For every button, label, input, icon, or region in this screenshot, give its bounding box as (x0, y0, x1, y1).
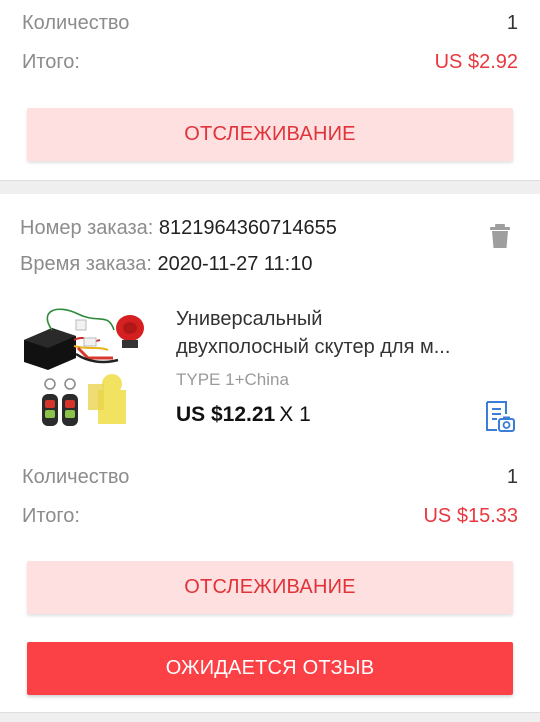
quantity-label: Количество (22, 466, 130, 488)
total-value: US $15.33 (423, 505, 518, 527)
product-price-amount: US $12.21 (176, 403, 276, 426)
total-label: Итого: (22, 51, 80, 73)
total-row: Итого: US $15.33 (22, 503, 518, 529)
review-button[interactable]: ОЖИДАЕТСЯ ОТЗЫВ (27, 642, 513, 695)
prev-total-row: Итого: US $2.92 (22, 49, 518, 75)
order-time-value: 2020-11-27 11:10 (157, 253, 313, 275)
quantity-row: Количество 1 (22, 464, 518, 490)
order-time-label: Время заказа: (20, 253, 152, 275)
product-title-line1: Универсальный (176, 308, 323, 330)
receipt-photo-icon[interactable] (484, 400, 516, 434)
quantity-value: 1 (506, 466, 518, 488)
product-quantity-multiplier: X 1 (279, 403, 311, 426)
product-price: US $12.21 X 1 (176, 403, 311, 427)
order-divider-bottom (0, 712, 540, 722)
orders-page: Количество 1 Итого: US $2.92 ОТСЛЕЖИВАНИ… (0, 0, 540, 722)
total-label: Итого: (22, 505, 80, 527)
order-divider (0, 180, 540, 194)
order-number-value: 8121964360714655 (158, 217, 337, 239)
order-number-label: Номер заказа: (20, 217, 154, 239)
order-number: Номер заказа: 8121964360714655 (20, 215, 337, 241)
total-value: US $2.92 (434, 51, 518, 73)
product-image[interactable] (18, 300, 158, 435)
product-variant: TYPE 1+China (176, 370, 289, 389)
quantity-label: Количество (22, 12, 130, 34)
product-title[interactable]: Универсальный двухполосный скутер для м.… (176, 305, 516, 361)
order-time: Время заказа: 2020-11-27 11:10 (20, 251, 312, 277)
track-button[interactable]: ОТСЛЕЖИВАНИЕ (27, 108, 513, 161)
product-title-line2: двухполосный скутер для м... (176, 336, 451, 358)
trash-icon[interactable] (489, 223, 511, 249)
track-button[interactable]: ОТСЛЕЖИВАНИЕ (27, 561, 513, 614)
prev-quantity-row: Количество 1 (22, 10, 518, 36)
quantity-value: 1 (506, 12, 518, 34)
